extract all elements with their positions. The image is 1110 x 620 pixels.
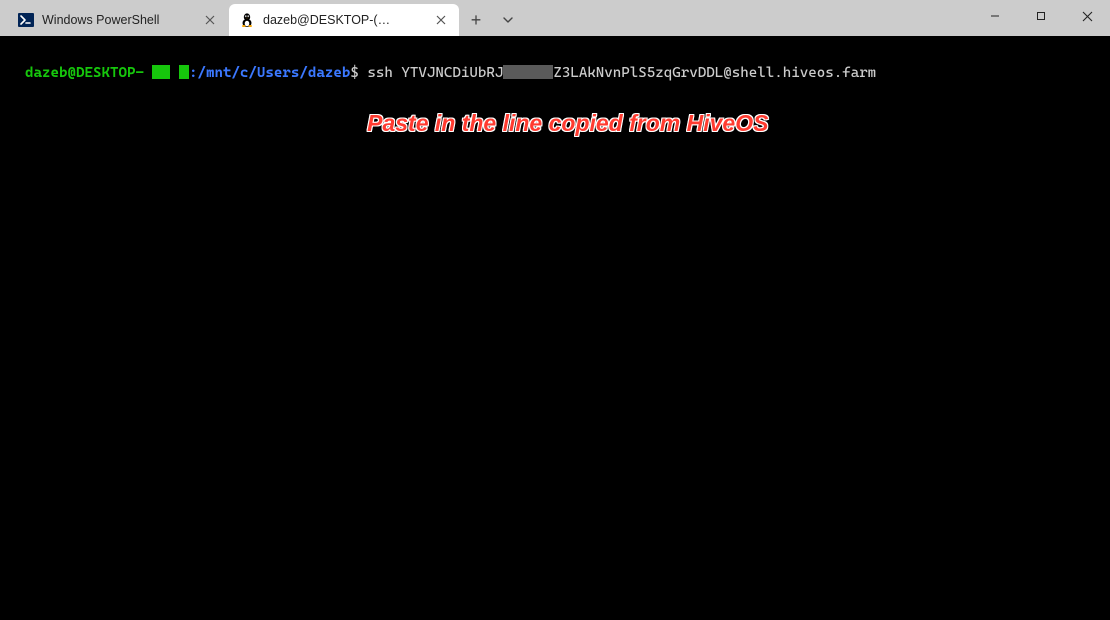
prompt-user-host: dazeb@DESKTOP-	[25, 65, 144, 81]
annotation-text: Paste in the line copied from HiveOS	[367, 110, 768, 136]
tab-label: Windows PowerShell	[42, 13, 196, 27]
window-controls	[972, 0, 1110, 36]
indicator-block	[179, 65, 189, 79]
close-icon[interactable]	[202, 12, 218, 28]
tab-label: dazeb@DESKTOP-()	[263, 13, 427, 27]
redacted-host-block	[152, 65, 170, 79]
annotation-overlay: Paste in the line copied from HiveOS	[0, 90, 1110, 156]
close-button[interactable]	[1064, 0, 1110, 32]
redacted-command-block	[503, 65, 553, 79]
tab-powershell[interactable]: Windows PowerShell	[8, 4, 228, 36]
plus-icon: +	[471, 10, 482, 31]
new-tab-button[interactable]: +	[460, 4, 492, 36]
prompt-line: dazeb@DESKTOP- :/mnt/c/Users/dazeb$ ssh …	[25, 65, 876, 81]
tab-wsl[interactable]: dazeb@DESKTOP-()	[229, 4, 459, 36]
prompt-cwd: /mnt/c/Users/dazeb	[197, 65, 350, 81]
chevron-down-icon	[502, 14, 514, 26]
command-suffix: Z3LAkNvnPlS5zqGrvDDL@shell.hiveos.farm	[553, 65, 876, 81]
titlebar: Windows PowerShell	[0, 0, 1110, 36]
powershell-icon	[18, 12, 34, 28]
tux-icon	[239, 12, 255, 28]
maximize-button[interactable]	[1018, 0, 1064, 32]
terminal-viewport[interactable]: dazeb@DESKTOP- :/mnt/c/Users/dazeb$ ssh …	[0, 36, 1110, 620]
tab-dropdown-button[interactable]	[492, 4, 524, 36]
minimize-button[interactable]	[972, 0, 1018, 32]
command-prefix: ssh YTVJNCDiUbRJ	[367, 65, 503, 81]
close-icon[interactable]	[433, 12, 449, 28]
prompt-dollar: $	[350, 65, 367, 81]
tab-strip: Windows PowerShell	[0, 0, 524, 36]
